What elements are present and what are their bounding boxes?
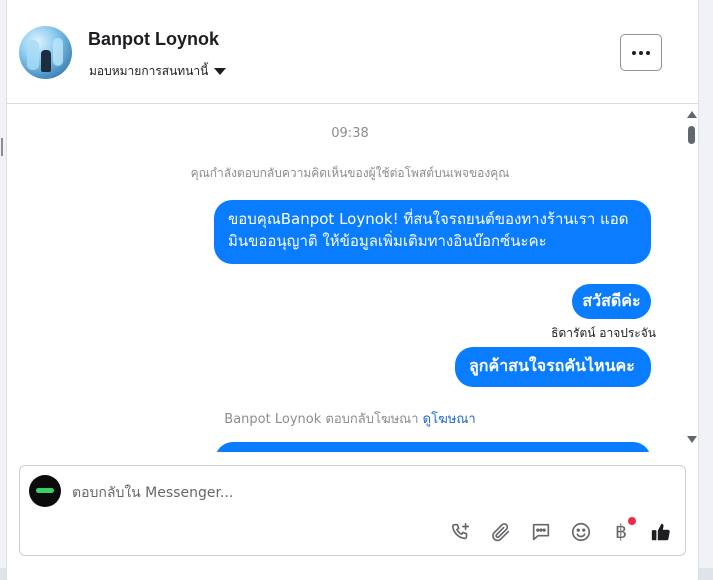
ad-reply-text: Banpot Loynok ตอบกลับโฆษณา — [224, 412, 419, 427]
message-bubble[interactable]: ขอบคุณBanpot Loynok! ที่สนใจรถยนต์ของทาง… — [214, 200, 651, 264]
thread-scrollbar[interactable] — [686, 104, 698, 452]
message-timestamp: 09:38 — [331, 126, 369, 141]
paperclip-icon[interactable] — [489, 520, 513, 544]
avatar-bg-shape — [53, 38, 63, 66]
conversation-panel: Banpot Loynok มอบหมายการสนทนานี้ 09:38 ค… — [6, 0, 699, 580]
scrollbar-thumb[interactable] — [688, 126, 695, 144]
conversation-header: Banpot Loynok มอบหมายการสนทนานี้ — [7, 0, 698, 104]
ad-reply-note: Banpot Loynok ตอบกลับโฆษณา ดูโฆษณา — [7, 408, 693, 429]
scroll-down-arrow-icon[interactable] — [687, 436, 697, 443]
thumbs-up-icon[interactable] — [649, 520, 673, 544]
assign-conversation-label: มอบหมายการสนทนานี้ — [89, 64, 209, 78]
contact-name[interactable]: Banpot Loynok — [88, 29, 219, 50]
left-strip-mark — [1, 138, 3, 156]
page-avatar — [29, 475, 61, 507]
assign-conversation-dropdown[interactable]: มอบหมายการสนทนานี้ — [89, 62, 227, 81]
page-logo — [36, 488, 54, 493]
message-bubble[interactable]: ลูกค้าสนใจรถคันไหนคะ — [455, 347, 651, 387]
composer-toolbar: ฿ — [449, 517, 673, 544]
emoji-icon[interactable] — [569, 520, 593, 544]
caret-down-icon — [214, 68, 227, 75]
more-icon-dot — [646, 50, 650, 55]
notification-dot — [628, 517, 636, 525]
comment-reply-notice: คุณกำลังตอบกลับความคิดเห็นของผู้ใช้ต่อโพ… — [190, 166, 510, 180]
phone-add-icon[interactable] — [449, 520, 473, 544]
view-ad-link[interactable]: ดูโฆษณา — [423, 412, 476, 427]
more-icon-dot — [639, 50, 643, 55]
sender-name: ธิดารัตน์ อาจประจัน — [551, 326, 656, 340]
more-icon — [632, 50, 636, 55]
message-thread: 09:38 คุณกำลังตอบกลับความคิดเห็นของผู้ใช… — [7, 104, 698, 452]
message-bubble[interactable]: สวัสดีค่ะ — [572, 284, 651, 319]
outer-scrollbar[interactable] — [698, 0, 713, 580]
saved-reply-icon[interactable] — [529, 520, 553, 544]
reply-input[interactable] — [72, 482, 632, 504]
message-bubble-partial[interactable] — [215, 442, 651, 452]
contact-avatar[interactable] — [19, 26, 72, 79]
avatar-person — [41, 50, 51, 72]
baht-icon[interactable]: ฿ — [609, 517, 636, 544]
avatar-bg-shape — [27, 40, 39, 70]
message-composer: ฿ — [19, 465, 686, 556]
more-options-button[interactable] — [620, 34, 662, 71]
baht-glyph: ฿ — [614, 521, 628, 543]
scroll-up-arrow-icon[interactable] — [687, 111, 697, 118]
